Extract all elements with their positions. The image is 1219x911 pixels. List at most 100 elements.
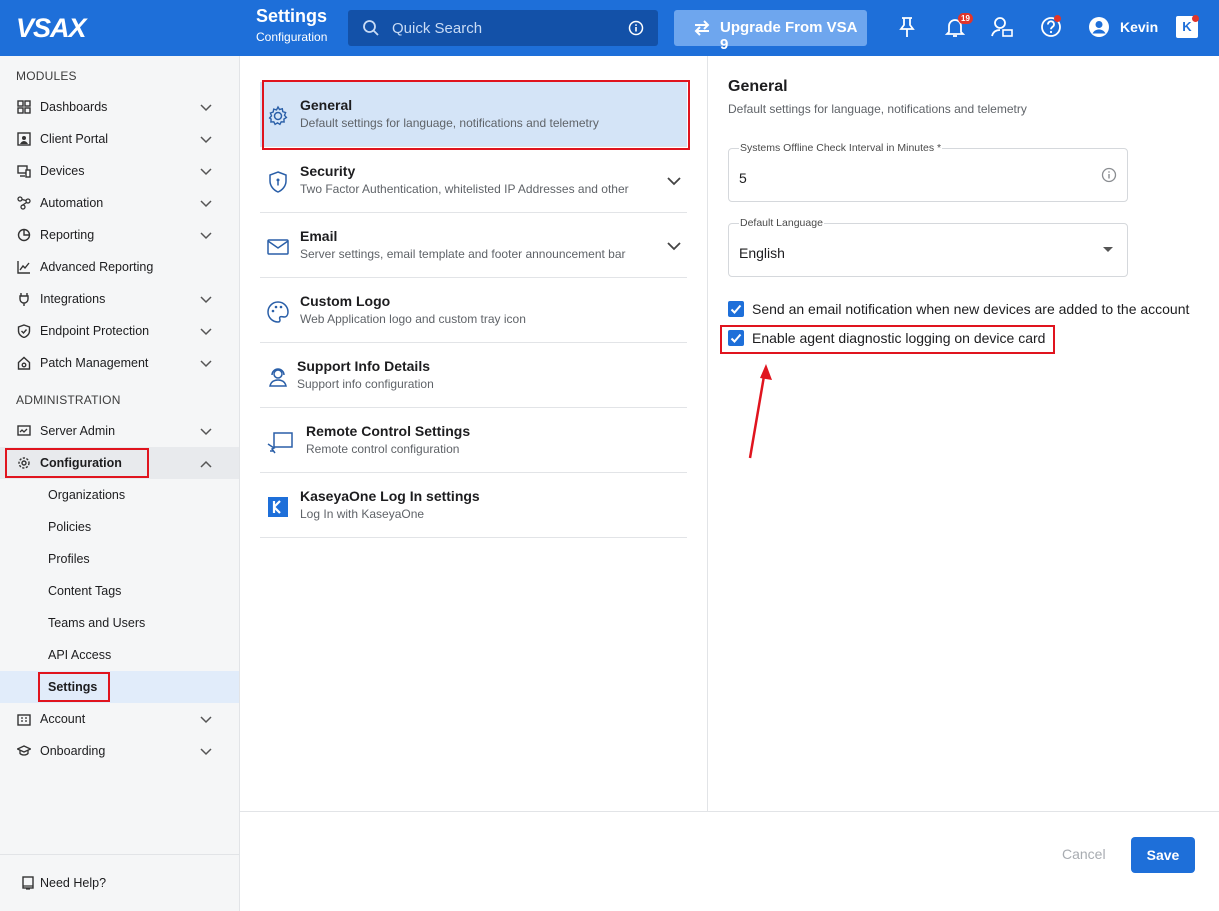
sidebar-item-label: Onboarding: [40, 744, 106, 758]
sidebar-subitem-api-access[interactable]: API Access: [0, 639, 239, 671]
page-title: Settings: [256, 6, 328, 26]
chevron-down-icon: [200, 357, 212, 371]
settings-item-desc: Web Application logo and custom tray ico…: [300, 312, 526, 326]
sidebar-item-label: Server Admin: [40, 424, 116, 438]
chevron-down-icon[interactable]: [667, 173, 681, 191]
user-avatar-icon: [1088, 17, 1110, 41]
info-icon[interactable]: [1101, 167, 1117, 188]
pin-icon[interactable]: [897, 16, 917, 43]
need-help-link[interactable]: Need Help?: [0, 854, 239, 911]
panel-title: General: [728, 78, 788, 95]
kaseya-one-icon: [266, 495, 290, 519]
shield-check-icon: [17, 324, 31, 339]
sidebar-item-devices[interactable]: Devices: [0, 155, 239, 187]
settings-item-desc: Support info configuration: [297, 377, 434, 391]
sidebar-item-server-admin[interactable]: Server Admin: [0, 415, 239, 447]
default-language-value: English: [739, 245, 785, 261]
offline-interval-value: 5: [739, 170, 747, 186]
need-help-label: Need Help?: [40, 876, 107, 890]
sidebar-subitem-settings[interactable]: Settings: [0, 671, 239, 703]
email-notification-checkbox[interactable]: [728, 301, 744, 317]
help-alert-dot: [1054, 15, 1061, 22]
sidebar: MODULES Dashboards Client Portal Devices…: [0, 56, 240, 911]
chevron-down-icon: [200, 165, 212, 179]
sidebar-item-label: Endpoint Protection: [40, 324, 150, 338]
notification-count-badge: 19: [958, 13, 973, 24]
chevron-down-icon[interactable]: [667, 238, 681, 256]
sidebar-item-automation[interactable]: Automation: [0, 187, 239, 219]
sidebar-subitem-organizations[interactable]: Organizations: [0, 479, 239, 511]
settings-item-custom-logo[interactable]: Custom Logo Web Application logo and cus…: [260, 278, 687, 343]
info-icon[interactable]: [628, 20, 644, 40]
user-name: Kevin: [1120, 19, 1159, 35]
sidebar-item-label: Advanced Reporting: [40, 260, 154, 274]
sidebar-item-label: Client Portal: [40, 132, 109, 146]
sidebar-subitem-teams-and-users[interactable]: Teams and Users: [0, 607, 239, 639]
settings-item-title: Email: [300, 228, 338, 244]
sidebar-subitem-policies[interactable]: Policies: [0, 511, 239, 543]
settings-item-desc: Log In with KaseyaOne: [300, 507, 425, 521]
app-switcher-alert-dot: [1192, 15, 1199, 22]
dashboard-icon: [17, 100, 31, 114]
sidebar-item-account[interactable]: Account: [0, 703, 239, 735]
sidebar-item-advanced-reporting[interactable]: Advanced Reporting: [0, 251, 239, 283]
line-chart-icon: [17, 260, 31, 274]
shield-icon: [266, 170, 290, 194]
sidebar-subitem-content-tags[interactable]: Content Tags: [0, 575, 239, 607]
sidebar-item-label: Automation: [40, 196, 104, 210]
sidebar-item-dashboards[interactable]: Dashboards: [0, 91, 239, 123]
chevron-down-icon: [200, 425, 212, 439]
sidebar-item-client-portal[interactable]: Client Portal: [0, 123, 239, 155]
graduation-cap-icon: [15, 744, 33, 758]
settings-item-desc: Two Factor Authentication, whitelisted I…: [300, 182, 629, 196]
caret-down-icon: [1103, 247, 1113, 252]
sidebar-item-label: Integrations: [40, 292, 106, 306]
cancel-button[interactable]: Cancel: [1062, 846, 1106, 862]
settings-item-security[interactable]: Security Two Factor Authentication, whit…: [260, 148, 687, 213]
annotation-arrow: [748, 364, 772, 459]
form-footer: Cancel Save: [240, 811, 1219, 911]
save-button[interactable]: Save: [1131, 837, 1195, 873]
monitor-icon: [17, 424, 31, 438]
plug-icon: [17, 292, 31, 306]
top-bar: VSAX Settings Configuration Quick Search…: [0, 0, 1219, 56]
settings-item-title: Support Info Details: [297, 358, 430, 374]
highlight-box-diagnostic-logging: [720, 325, 1055, 354]
sidebar-item-onboarding[interactable]: Onboarding: [0, 735, 239, 767]
quick-search-input[interactable]: Quick Search: [348, 10, 658, 46]
sidebar-subitem-profiles[interactable]: Profiles: [0, 543, 239, 575]
sidebar-item-label: Teams and Users: [48, 616, 146, 630]
settings-item-remote-control[interactable]: Remote Control Settings Remote control c…: [260, 408, 687, 473]
upgrade-label: Upgrade From VSA 9: [720, 19, 857, 53]
offline-interval-field[interactable]: Systems Offline Check Interval in Minute…: [728, 142, 1128, 202]
vsax-logo[interactable]: VSAX: [16, 14, 106, 42]
sidebar-item-integrations[interactable]: Integrations: [0, 283, 239, 315]
settings-item-support-info[interactable]: Support Info Details Support info config…: [260, 343, 687, 408]
sidebar-item-reporting[interactable]: Reporting: [0, 219, 239, 251]
search-placeholder: Quick Search: [392, 20, 483, 37]
settings-item-kaseyaone[interactable]: KaseyaOne Log In settings Log In with Ka…: [260, 473, 687, 538]
upgrade-button[interactable]: Upgrade From VSA 9: [674, 10, 867, 53]
user-menu[interactable]: Kevin: [1088, 16, 1158, 41]
chevron-down-icon: [200, 713, 212, 727]
building-icon: [17, 712, 31, 726]
chevron-up-icon: [200, 457, 212, 471]
panel-subtitle: Default settings for language, notificat…: [728, 102, 1027, 116]
general-settings-panel: General Default settings for language, n…: [708, 56, 1219, 811]
chevron-down-icon: [200, 101, 212, 115]
settings-item-title: Security: [300, 163, 356, 179]
home-gear-icon: [17, 356, 31, 370]
highlight-box-settings: [38, 672, 110, 702]
email-notification-label: Send an email notification when new devi…: [752, 301, 1190, 317]
default-language-select[interactable]: Default Language English: [728, 217, 1128, 277]
sidebar-item-label: API Access: [48, 648, 112, 662]
remote-agent-icon[interactable]: [990, 16, 1014, 43]
sidebar-item-endpoint-protection[interactable]: Endpoint Protection: [0, 315, 239, 347]
settings-item-email[interactable]: Email Server settings, email template an…: [260, 213, 687, 278]
sidebar-item-patch-management[interactable]: Patch Management: [0, 347, 239, 379]
chevron-down-icon: [200, 325, 212, 339]
chevron-down-icon: [200, 229, 212, 243]
settings-item-desc: Server settings, email template and foot…: [300, 247, 626, 261]
settings-category-list: General Default settings for language, n…: [240, 56, 708, 811]
sidebar-item-label: Profiles: [48, 552, 90, 566]
